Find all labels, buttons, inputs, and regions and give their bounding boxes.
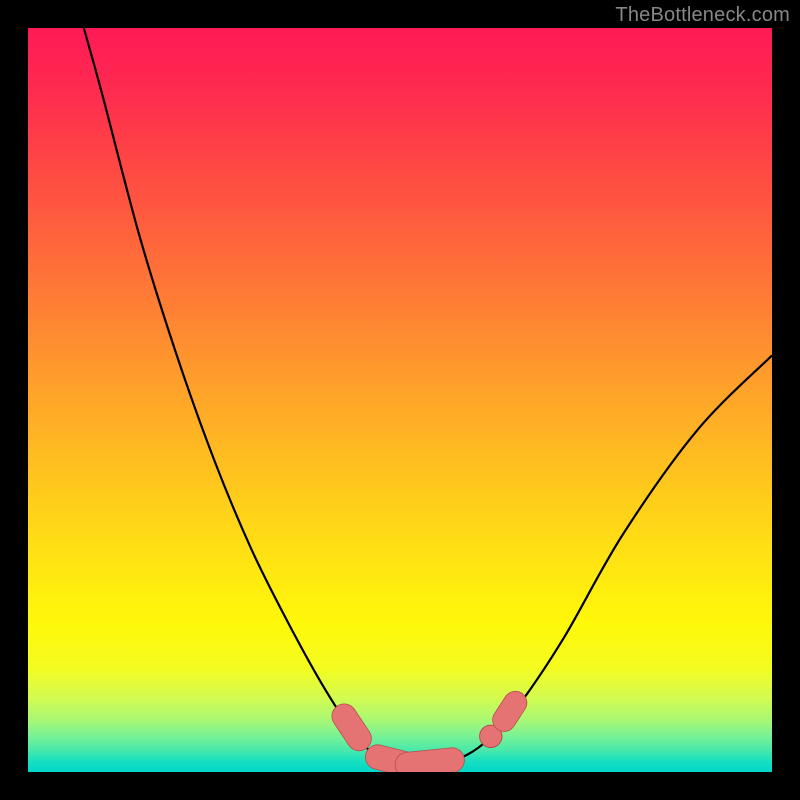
curve-marker-capsule [504,703,515,720]
curve-marker-capsule [344,716,359,738]
watermark-text: TheBottleneck.com [615,4,790,27]
bottleneck-curve-svg [28,28,772,772]
bottleneck-curve [84,28,772,765]
marker-group [344,703,515,765]
chart-frame: TheBottleneck.com [0,0,800,800]
curve-marker-capsule [407,760,452,765]
plot-area [28,28,772,772]
